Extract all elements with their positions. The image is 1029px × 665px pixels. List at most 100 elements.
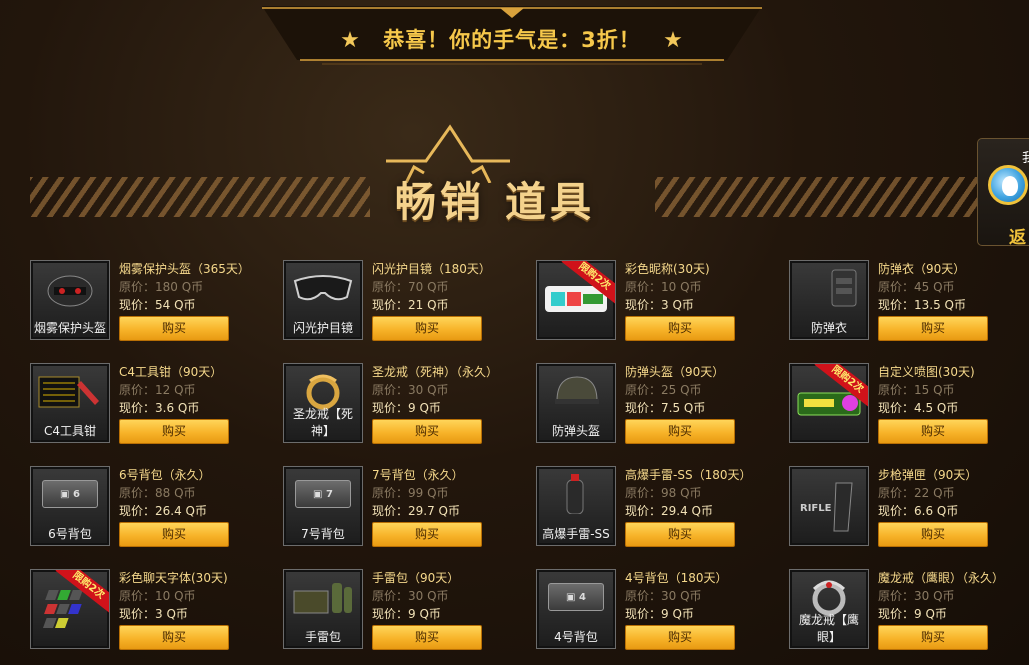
buy-button[interactable]: 购买 bbox=[372, 625, 482, 650]
item-original-price: 原价：88 Q币 bbox=[119, 486, 196, 500]
item-thumbnail[interactable]: ▣ 7 7号背包 bbox=[283, 466, 363, 546]
item-name: 高爆手雷-SS（180天） bbox=[625, 468, 752, 482]
item-current-price: 现价：13.5 Q币 bbox=[878, 298, 966, 312]
buy-button[interactable]: 购买 bbox=[372, 419, 482, 444]
item-card: ▣ 6 6号背包 6号背包（永久） 原价：88 Q币 现价：26.4 Q币 购买 bbox=[30, 466, 260, 551]
buy-button[interactable]: 购买 bbox=[625, 419, 735, 444]
item-original-price: 原价：180 Q币 bbox=[119, 280, 204, 294]
svg-text:RIFLE: RIFLE bbox=[800, 503, 832, 514]
buy-button[interactable]: 购买 bbox=[625, 625, 735, 650]
item-original-price: 原价：30 Q币 bbox=[625, 589, 702, 603]
item-current-price: 现价：9 Q币 bbox=[372, 401, 441, 415]
item-thumbnail[interactable]: ▣ 6 6号背包 bbox=[30, 466, 110, 546]
item-name: 防弹头盔（90天） bbox=[625, 365, 725, 379]
star-icon: ★ bbox=[340, 28, 361, 53]
section-title: 畅销 道具 bbox=[395, 168, 625, 228]
rifle-mag-icon: RIFLE bbox=[796, 479, 862, 535]
item-card: 圣龙戒【死神】 圣龙戒（死神）（永久） 原价：30 Q币 现价：9 Q币 购买 bbox=[283, 363, 513, 448]
item-name: 步枪弹匣（90天） bbox=[878, 468, 978, 482]
item-thumbnail[interactable]: 防弹衣 bbox=[789, 260, 869, 340]
item-card: 手雷包 手雷包（90天） 原价：30 Q币 现价：9 Q币 购买 bbox=[283, 569, 513, 654]
item-thumbnail[interactable]: 魔龙戒【鹰眼】 bbox=[789, 569, 869, 649]
item-name: 闪光护目镜（180天） bbox=[372, 262, 491, 276]
item-name: 自定义喷图(30天) bbox=[878, 365, 975, 379]
item-original-price: 原价：12 Q币 bbox=[119, 383, 196, 397]
item-current-price: 现价：4.5 Q币 bbox=[878, 401, 959, 415]
item-card: 魔龙戒【鹰眼】 魔龙戒（鹰眼）（永久） 原价：30 Q币 现价：9 Q币 购买 bbox=[789, 569, 1019, 654]
thumb-label: 烟雾保护头盔 bbox=[33, 321, 106, 335]
item-card: ▣ 4 4号背包 4号背包（180天） 原价：30 Q币 现价：9 Q币 购买 bbox=[536, 569, 766, 654]
side-service-widget[interactable]: 我 返 bbox=[977, 138, 1029, 248]
item-original-price: 原价：30 Q币 bbox=[372, 589, 449, 603]
thumb-label: 圣龙戒【死神】 bbox=[292, 407, 353, 438]
item-card: ▣ 7 7号背包 7号背包（永久） 原价：99 Q币 现价：29.7 Q币 购买 bbox=[283, 466, 513, 551]
header-stripes-right bbox=[655, 177, 985, 217]
item-original-price: 原价：15 Q币 bbox=[878, 383, 955, 397]
grenade-pack-icon bbox=[290, 576, 356, 618]
item-card: 烟雾保护头盔 烟雾保护头盔（365天） 原价：180 Q币 现价：54 Q币 购… bbox=[30, 260, 260, 345]
item-current-price: 现价：21 Q币 bbox=[372, 298, 449, 312]
item-card: 限购2次 自定义喷图(30天) 原价：15 Q币 现价：4.5 Q币 购买 bbox=[789, 363, 1019, 448]
thumb-label: C4工具钳 bbox=[43, 424, 96, 438]
item-original-price: 原价：30 Q币 bbox=[878, 589, 955, 603]
item-thumbnail[interactable]: 防弹头盔 bbox=[536, 363, 616, 443]
buy-button[interactable]: 购买 bbox=[372, 316, 482, 341]
buy-button[interactable]: 购买 bbox=[119, 316, 229, 341]
item-name: 4号背包（180天） bbox=[625, 571, 728, 585]
buy-button[interactable]: 购买 bbox=[119, 625, 229, 650]
vest-icon bbox=[796, 267, 862, 309]
item-card: 闪光护目镜 闪光护目镜（180天） 原价：70 Q币 现价：21 Q币 购买 bbox=[283, 260, 513, 345]
thumb-label: 防弹衣 bbox=[810, 321, 847, 335]
item-thumbnail[interactable]: RIFLE bbox=[789, 466, 869, 546]
c4-tool-icon bbox=[37, 370, 103, 412]
thumb-label: 闪光护目镜 bbox=[292, 321, 353, 335]
helmet-icon bbox=[37, 267, 103, 309]
buy-button[interactable]: 购买 bbox=[878, 419, 988, 444]
item-thumbnail[interactable]: 闪光护目镜 bbox=[283, 260, 363, 340]
item-thumbnail[interactable]: C4工具钳 bbox=[30, 363, 110, 443]
thumb-label: 4号背包 bbox=[554, 630, 598, 644]
item-thumbnail[interactable]: ▣ 4 4号背包 bbox=[536, 569, 616, 649]
item-thumbnail[interactable]: 限购2次 bbox=[30, 569, 110, 649]
item-original-price: 原价：70 Q币 bbox=[372, 280, 449, 294]
buy-button[interactable]: 购买 bbox=[878, 522, 988, 547]
item-current-price: 现价：26.4 Q币 bbox=[119, 504, 207, 518]
item-original-price: 原价：30 Q币 bbox=[372, 383, 449, 397]
lucky-banner: ★ 恭喜！你的手气是：3折！ ★ bbox=[262, 0, 762, 66]
item-name: 防弹衣（90天） bbox=[878, 262, 966, 276]
buy-button[interactable]: 购买 bbox=[878, 625, 988, 650]
item-thumbnail[interactable]: 圣龙戒【死神】 bbox=[283, 363, 363, 443]
item-name: 手雷包（90天） bbox=[372, 571, 460, 585]
item-card: C4工具钳 C4工具钳（90天） 原价：12 Q币 现价：3.6 Q币 购买 bbox=[30, 363, 260, 448]
qq-penguin-icon[interactable] bbox=[988, 165, 1028, 205]
item-name: 圣龙戒（死神）（永久） bbox=[372, 365, 499, 379]
item-name: 烟雾保护头盔（365天） bbox=[119, 262, 250, 276]
item-original-price: 原价：45 Q币 bbox=[878, 280, 955, 294]
buy-button[interactable]: 购买 bbox=[119, 522, 229, 547]
item-thumbnail[interactable]: 烟雾保护头盔 bbox=[30, 260, 110, 340]
item-current-price: 现价：6.6 Q币 bbox=[878, 504, 959, 518]
item-thumbnail[interactable]: 限购2次 bbox=[789, 363, 869, 443]
buy-button[interactable]: 购买 bbox=[625, 316, 735, 341]
side-widget-top-text: 我 bbox=[1022, 151, 1029, 166]
thumb-label: 魔龙戒【鹰眼】 bbox=[798, 613, 859, 644]
item-name: 7号背包（永久） bbox=[372, 468, 464, 482]
goggles-icon bbox=[290, 267, 356, 309]
item-thumbnail[interactable]: 限购2次 bbox=[536, 260, 616, 340]
banner-message: 恭喜！你的手气是：3折！ bbox=[383, 28, 641, 52]
item-current-price: 现价：7.5 Q币 bbox=[625, 401, 706, 415]
buy-button[interactable]: 购买 bbox=[119, 419, 229, 444]
item-card: 防弹衣 防弹衣（90天） 原价：45 Q币 现价：13.5 Q币 购买 bbox=[789, 260, 1019, 345]
star-icon: ★ bbox=[663, 28, 684, 53]
side-widget-back-text[interactable]: 返 bbox=[1009, 223, 1026, 248]
buy-button[interactable]: 购买 bbox=[372, 522, 482, 547]
buy-button[interactable]: 购买 bbox=[625, 522, 735, 547]
buy-button[interactable]: 购买 bbox=[878, 316, 988, 341]
item-thumbnail[interactable]: 手雷包 bbox=[283, 569, 363, 649]
item-original-price: 原价：25 Q币 bbox=[625, 383, 702, 397]
item-original-price: 原价：10 Q币 bbox=[119, 589, 196, 603]
item-thumbnail[interactable]: 高爆手雷-SS bbox=[536, 466, 616, 546]
backpack-7-icon: ▣ 7 bbox=[290, 473, 356, 515]
banner-text-row: ★ 恭喜！你的手气是：3折！ ★ bbox=[262, 24, 762, 54]
thumb-label: 手雷包 bbox=[304, 630, 341, 644]
